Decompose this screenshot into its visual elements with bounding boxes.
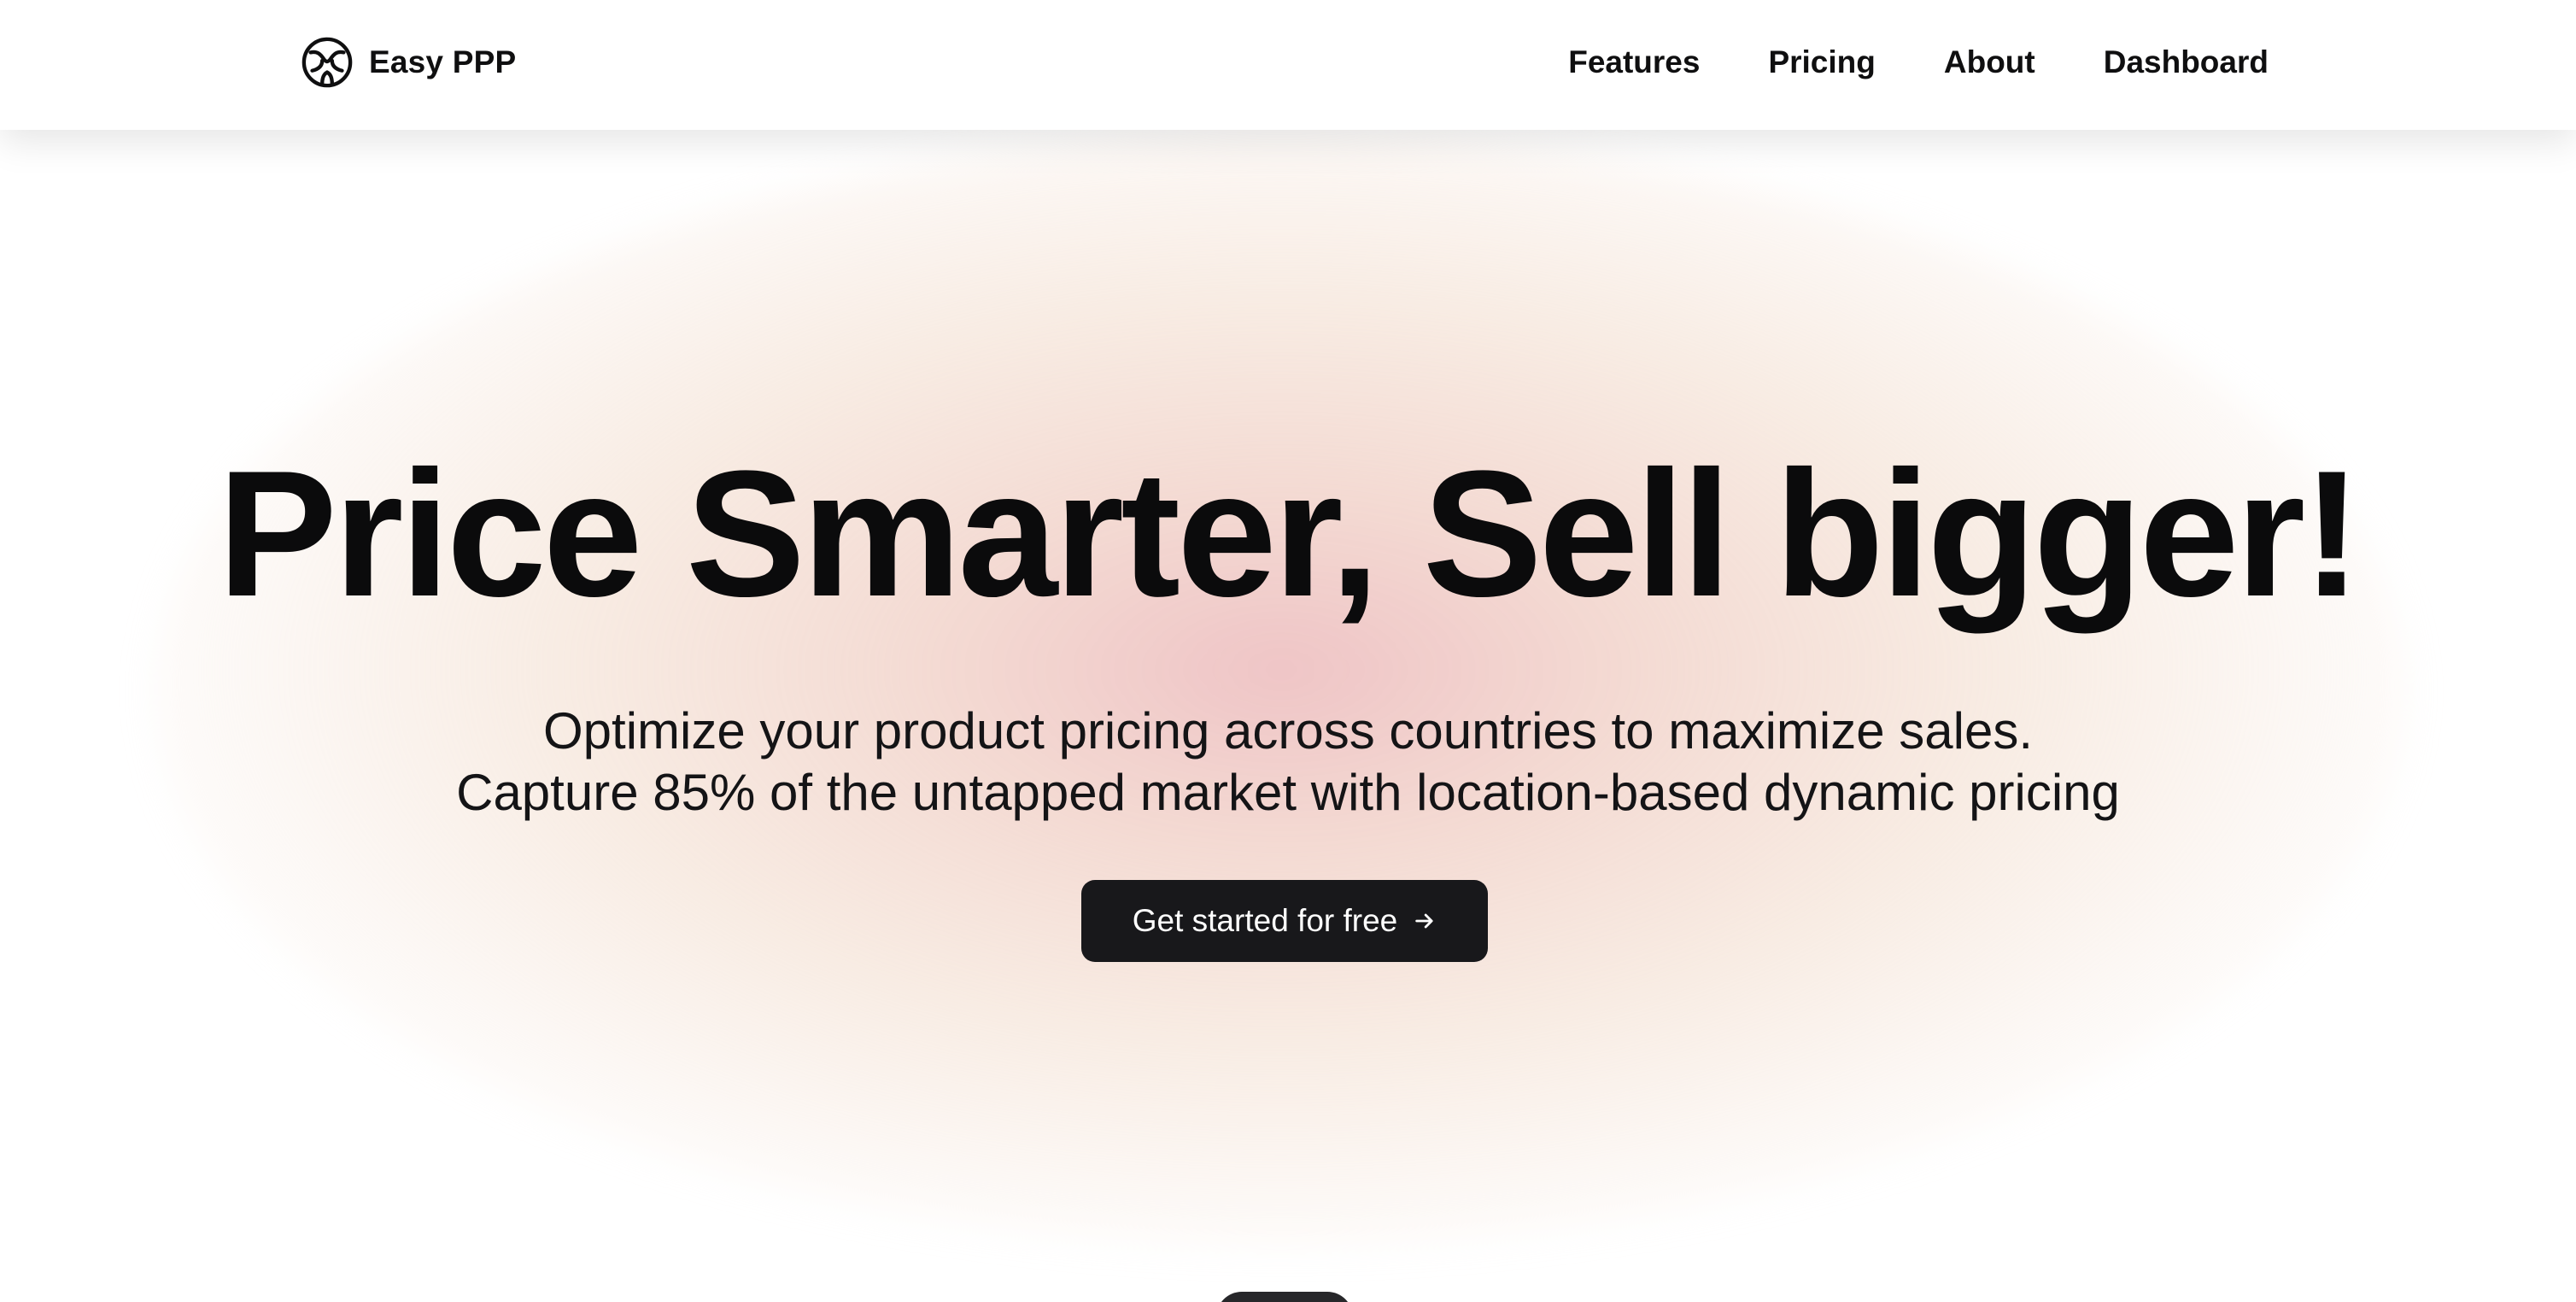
nav-link-pricing[interactable]: Pricing	[1768, 44, 1875, 80]
main-nav: Features Pricing About Dashboard	[1568, 34, 2269, 91]
brand-name: Easy PPP	[369, 44, 517, 79]
landing-page: Easy PPP Features Pricing About Dashboar…	[0, 0, 2576, 1302]
scroll-section-pill	[1216, 1292, 1353, 1302]
arrow-right-icon	[1415, 913, 1433, 929]
hero-background-glow	[154, 137, 2409, 1247]
hero-subtitle-line-2: Capture 85% of the untapped market with …	[456, 764, 2120, 821]
get-started-label: Get started for free	[1132, 903, 1398, 938]
site-header: Easy PPP Features Pricing About Dashboar…	[0, 0, 2576, 130]
nav-link-about[interactable]: About	[1944, 44, 2035, 80]
nav-link-features[interactable]: Features	[1568, 44, 1700, 80]
brand-home-link[interactable]: Easy PPP	[301, 34, 516, 91]
hero-subtitle: Optimize your product pricing across cou…	[0, 701, 2576, 824]
hero-subtitle-line-1: Optimize your product pricing across cou…	[543, 702, 2033, 760]
brand-logo-icon	[302, 37, 353, 88]
hero-title: Price Smarter, Sell bigger!	[217, 433, 2362, 634]
nav-link-dashboard[interactable]: Dashboard	[2104, 44, 2269, 80]
get-started-button[interactable]: Get started for free	[1081, 880, 1488, 962]
